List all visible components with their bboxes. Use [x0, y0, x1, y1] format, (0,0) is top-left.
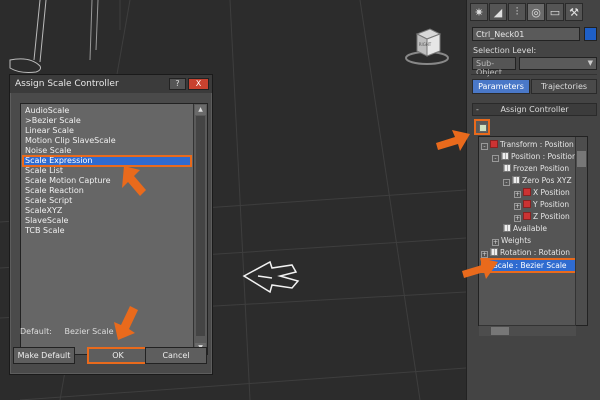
- annotation-arrows: [114, 130, 498, 340]
- annotation-arrow-icon: [114, 306, 138, 340]
- annotation-arrow-icon: [436, 130, 470, 151]
- annotation-arrow-icon: [122, 166, 146, 196]
- annotation-arrow-icon: [462, 258, 498, 279]
